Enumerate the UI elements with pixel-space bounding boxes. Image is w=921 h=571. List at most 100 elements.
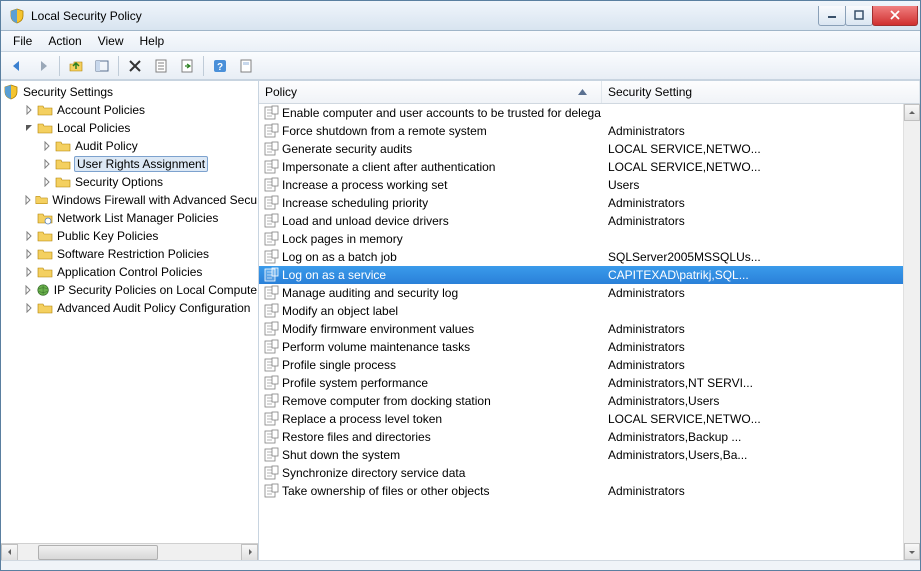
policy-row[interactable]: Take ownership of files or other objects… [259,482,920,500]
policy-icon [263,429,279,445]
horizontal-scrollbar[interactable] [1,543,258,560]
tree-item[interactable]: Local Policies [1,119,258,137]
policy-row[interactable]: Impersonate a client after authenticatio… [259,158,920,176]
scroll-thumb[interactable] [38,545,158,560]
security-settings-tree[interactable]: Security Settings Account PoliciesLocal P… [1,81,258,543]
policy-row[interactable]: Synchronize directory service data [259,464,920,482]
menu-help[interactable]: Help [132,32,173,50]
expander-icon[interactable] [23,230,35,242]
policy-list[interactable]: Enable computer and user accounts to be … [259,104,920,560]
scroll-up-button[interactable] [904,104,920,121]
expander-icon[interactable] [23,302,35,314]
maximize-button[interactable] [845,6,873,26]
setting-cell: LOCAL SERVICE,NETWO... [602,412,920,426]
tree-item[interactable]: Security Options [1,173,258,191]
policy-row[interactable]: Shut down the systemAdministrators,Users… [259,446,920,464]
window-controls [819,6,918,26]
policy-row[interactable]: Perform volume maintenance tasksAdminist… [259,338,920,356]
policy-row[interactable]: Modify firmware environment valuesAdmini… [259,320,920,338]
expander-icon[interactable] [23,104,35,116]
policy-cell: Log on as a batch job [259,249,602,265]
setting-cell: Administrators [602,214,920,228]
expander-icon[interactable] [23,266,35,278]
policy-row[interactable]: Log on as a serviceCAPITEXAD\patrikj,SQL… [259,266,920,284]
policy-row[interactable]: Increase scheduling priorityAdministrato… [259,194,920,212]
tree-item[interactable]: Software Restriction Policies [1,245,258,263]
expander-icon[interactable] [23,212,35,224]
menu-action[interactable]: Action [40,32,89,50]
policy-cell: Remove computer from docking station [259,393,602,409]
tree-item[interactable]: Advanced Audit Policy Configuration [1,299,258,317]
policy-icon [263,249,279,265]
column-header-setting[interactable]: Security Setting [602,81,920,103]
policy-name: Force shutdown from a remote system [282,124,487,138]
tree-item[interactable]: IP Security Policies on Local Compute [1,281,258,299]
policy-row[interactable]: Log on as a batch jobSQLServer2005MSSQLU… [259,248,920,266]
policy-row[interactable]: Profile system performanceAdministrators… [259,374,920,392]
export-button[interactable] [175,54,199,78]
setting-cell: Administrators,Users [602,394,920,408]
column-label: Security Setting [608,85,692,99]
setting-cell: Administrators,Backup ... [602,430,920,444]
tree-item[interactable]: Application Control Policies [1,263,258,281]
tree-item[interactable]: Public Key Policies [1,227,258,245]
folder-icon [55,138,71,154]
tree-item[interactable]: User Rights Assignment [1,155,258,173]
policy-row[interactable]: Manage auditing and security logAdminist… [259,284,920,302]
app-icon [9,8,25,24]
close-button[interactable] [872,6,918,26]
scroll-left-button[interactable] [1,544,18,561]
policy-list-pane: Policy Security Setting Enable computer … [259,81,920,560]
menu-file[interactable]: File [5,32,40,50]
policy-cell: Load and unload device drivers [259,213,602,229]
properties-button[interactable] [149,54,173,78]
delete-button[interactable] [123,54,147,78]
policy-row[interactable]: Generate security auditsLOCAL SERVICE,NE… [259,140,920,158]
scroll-track[interactable] [18,544,241,561]
policy-row[interactable]: Force shutdown from a remote systemAdmin… [259,122,920,140]
refresh-button[interactable] [234,54,258,78]
expander-icon[interactable] [23,284,34,296]
expander-icon[interactable] [41,158,53,170]
policy-row[interactable]: Lock pages in memory [259,230,920,248]
expander-icon[interactable] [23,248,35,260]
forward-button[interactable] [31,54,55,78]
tree-item[interactable]: Account Policies [1,101,258,119]
policy-row[interactable]: Load and unload device driversAdministra… [259,212,920,230]
policy-row[interactable]: Modify an object label [259,302,920,320]
policy-name: Impersonate a client after authenticatio… [282,160,495,174]
tree-item[interactable]: Network List Manager Policies [1,209,258,227]
policy-row[interactable]: Replace a process level tokenLOCAL SERVI… [259,410,920,428]
tree-root[interactable]: Security Settings [1,83,258,101]
titlebar[interactable]: Local Security Policy [1,1,920,31]
menu-view[interactable]: View [90,32,132,50]
setting-cell: Administrators [602,484,920,498]
vertical-scrollbar[interactable] [903,104,920,560]
tree-label: Security Settings [22,85,114,99]
minimize-button[interactable] [818,6,846,26]
policy-row[interactable]: Profile single processAdministrators [259,356,920,374]
column-header-policy[interactable]: Policy [259,81,602,103]
policy-row[interactable]: Enable computer and user accounts to be … [259,104,920,122]
policy-icon [263,141,279,157]
policy-name: Shut down the system [282,448,400,462]
expander-icon[interactable] [23,194,33,206]
setting-cell: LOCAL SERVICE,NETWO... [602,142,920,156]
back-button[interactable] [5,54,29,78]
tree-item[interactable]: Audit Policy [1,137,258,155]
policy-row[interactable]: Restore files and directoriesAdministrat… [259,428,920,446]
expander-icon[interactable] [23,122,35,134]
column-label: Policy [265,85,297,99]
show-hide-tree-button[interactable] [90,54,114,78]
up-button[interactable] [64,54,88,78]
tree-item[interactable]: Windows Firewall with Advanced Secu [1,191,258,209]
expander-icon[interactable] [41,140,53,152]
scroll-right-button[interactable] [241,544,258,561]
folder-icon [55,174,71,190]
policy-row[interactable]: Remove computer from docking stationAdmi… [259,392,920,410]
policy-row[interactable]: Increase a process working setUsers [259,176,920,194]
scroll-down-button[interactable] [904,543,920,560]
policy-icon [263,375,279,391]
help-button[interactable]: ? [208,54,232,78]
expander-icon[interactable] [41,176,53,188]
